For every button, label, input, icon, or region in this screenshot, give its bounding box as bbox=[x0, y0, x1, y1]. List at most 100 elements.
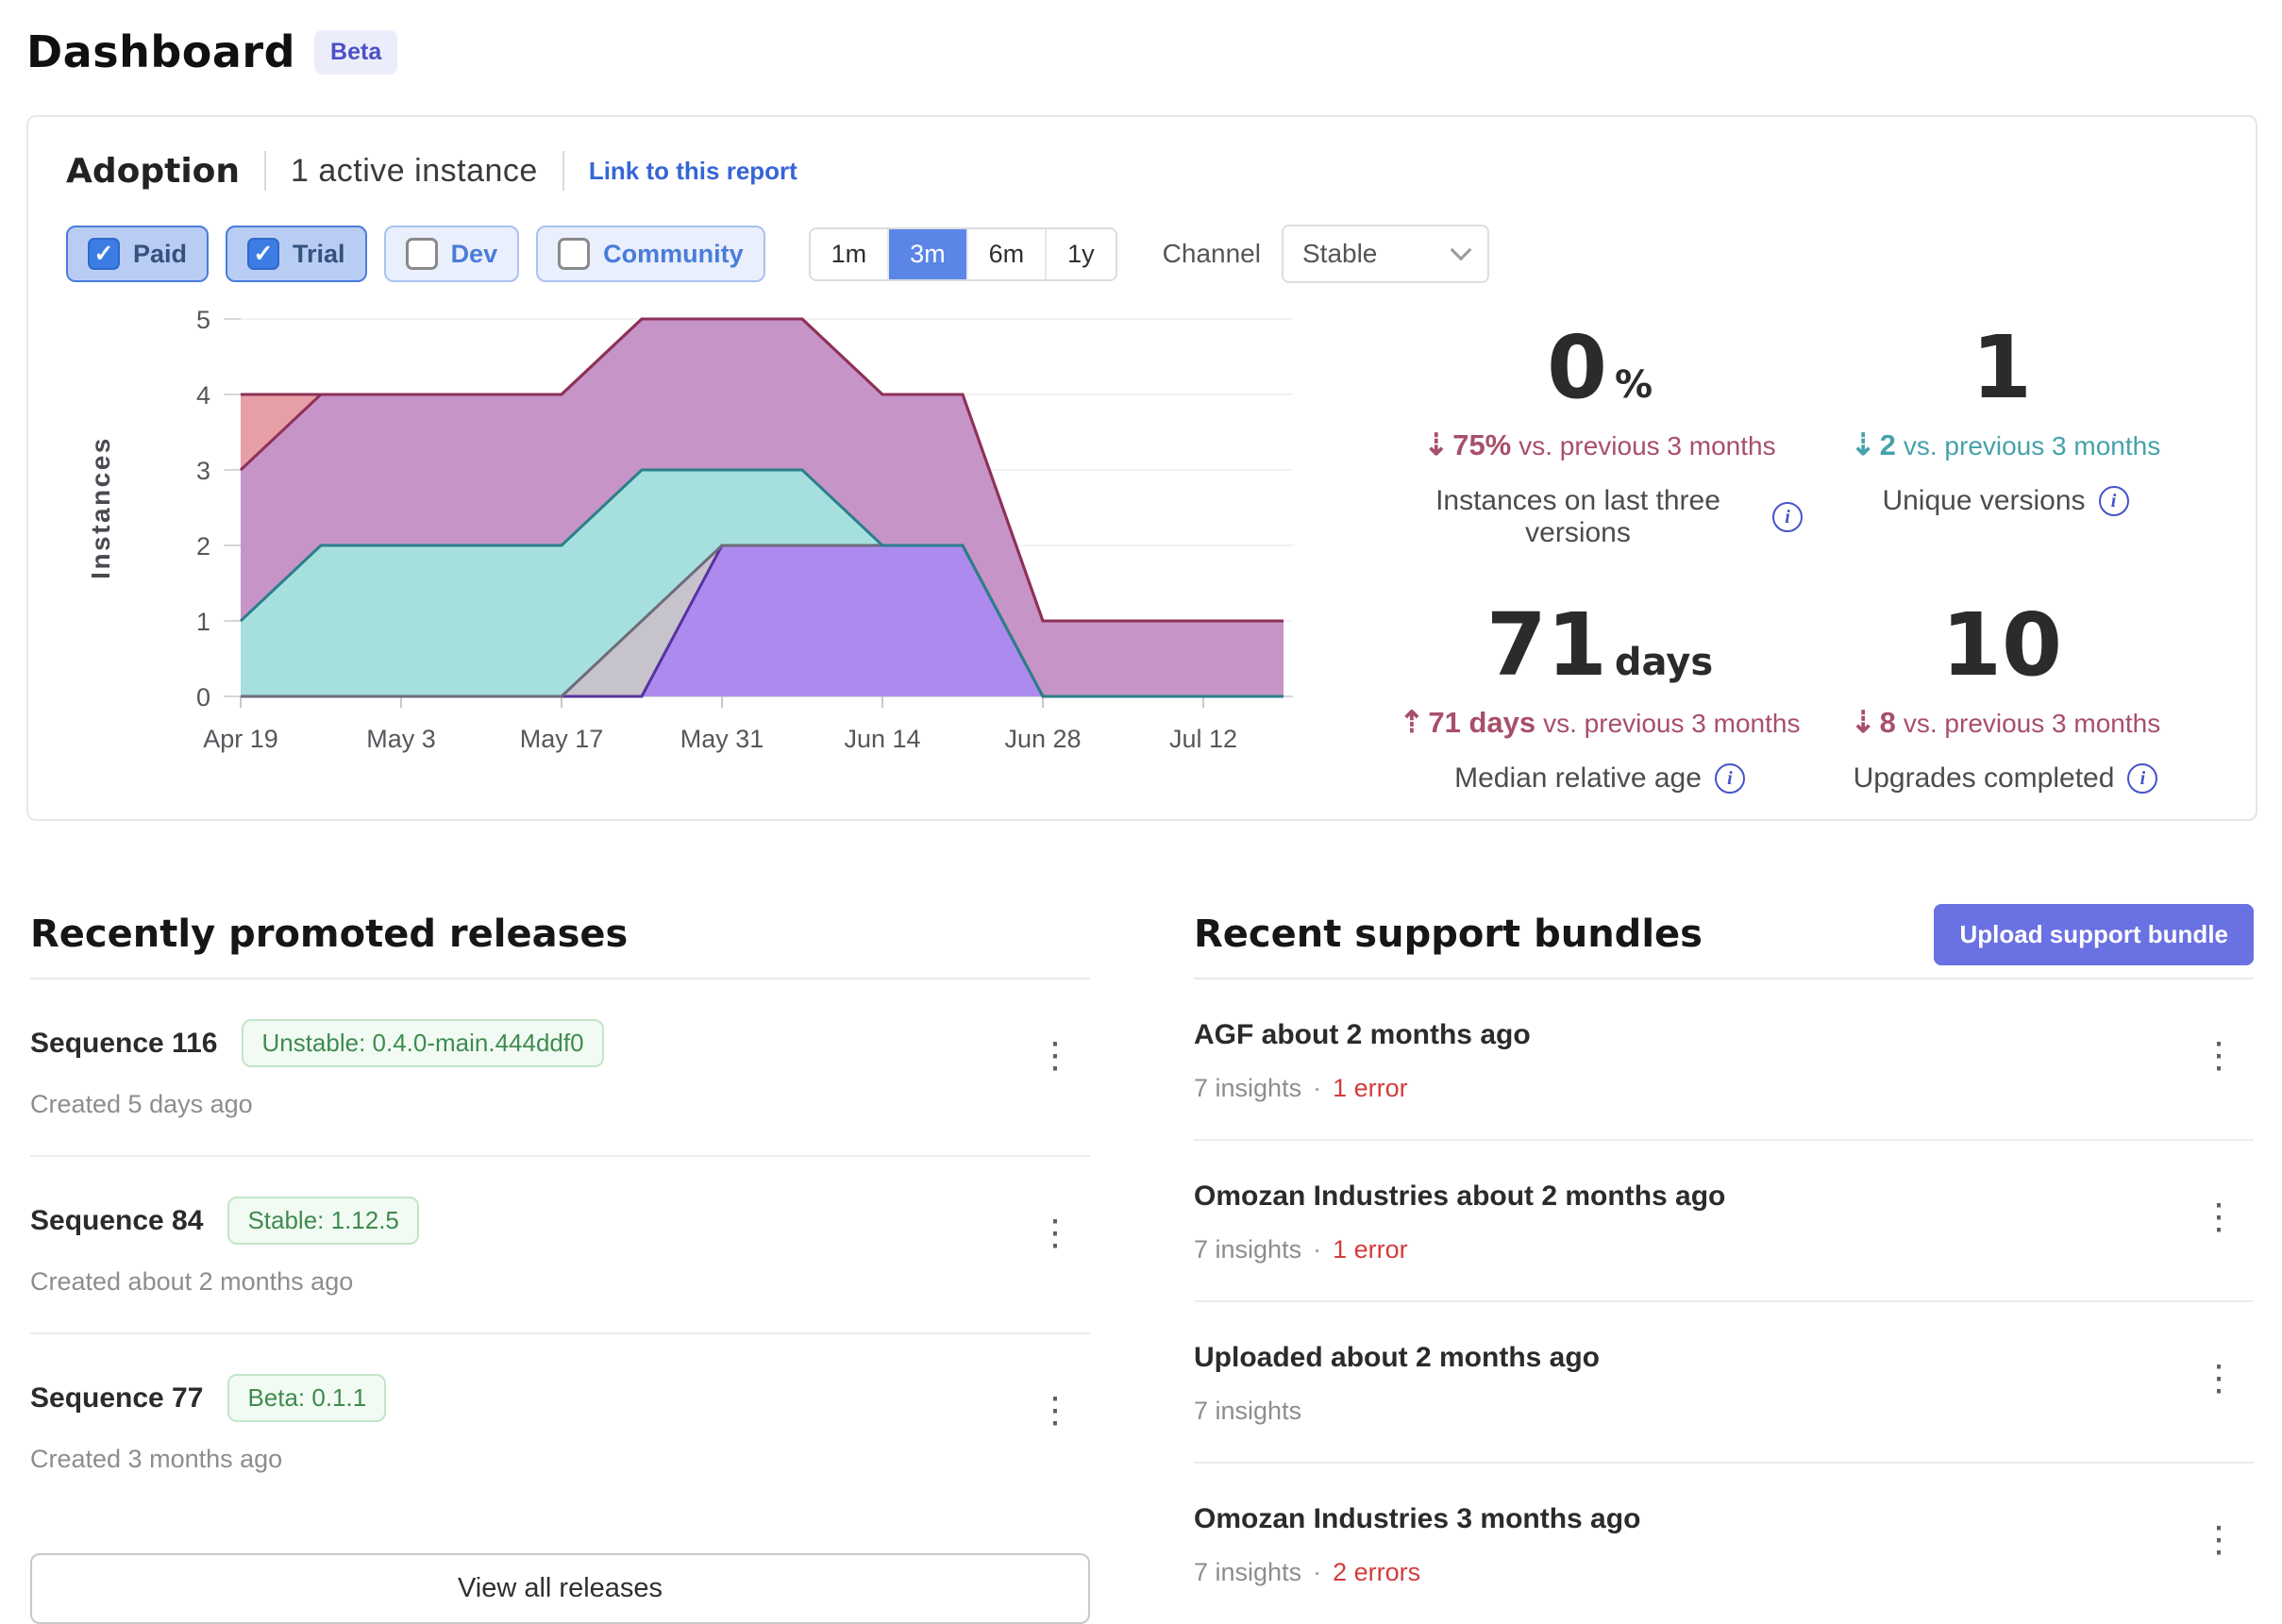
bundle-error-count: 1 error bbox=[1333, 1074, 1408, 1102]
checkbox-unchecked-icon bbox=[406, 238, 438, 270]
adoption-stats: 0 % ⇣75%vs. previous 3 months Instances … bbox=[1350, 300, 2218, 795]
arrow-up-icon: ⇡ bbox=[1400, 705, 1425, 739]
release-created: Created 5 days ago bbox=[30, 1090, 604, 1119]
support-bundles-section: Recent support bundles Upload support bu… bbox=[1194, 891, 2254, 1624]
info-icon[interactable]: i bbox=[1772, 502, 1803, 532]
arrow-down-icon: ⇣ bbox=[1423, 427, 1449, 461]
separator-dot: · bbox=[1313, 1235, 1321, 1264]
support-bundle-row[interactable]: Omozan Industries 3 months ago 7 insight… bbox=[1194, 1464, 2254, 1623]
bundle-insights: 7 insights bbox=[1194, 1397, 1301, 1425]
stat-label: Unique versions bbox=[1882, 485, 2085, 517]
stat-value: 1 bbox=[1972, 325, 2032, 411]
stat-delta: ⇣8vs. previous 3 months bbox=[1803, 704, 2208, 740]
page-header: Dashboard Beta bbox=[26, 26, 2257, 77]
info-icon[interactable]: i bbox=[2127, 763, 2157, 794]
filter-trial-button[interactable]: ✓ Trial bbox=[226, 226, 367, 282]
support-bundle-row[interactable]: Omozan Industries about 2 months ago 7 i… bbox=[1194, 1141, 2254, 1302]
bundle-insights: 7 insights bbox=[1194, 1235, 1301, 1264]
bundle-insights: 7 insights bbox=[1194, 1558, 1301, 1586]
kebab-menu-icon[interactable]: ⋮ bbox=[2190, 1025, 2248, 1087]
view-all-releases-button[interactable]: View all releases bbox=[30, 1553, 1090, 1624]
stat-value: 71 bbox=[1486, 602, 1607, 689]
range-1m[interactable]: 1m bbox=[811, 229, 888, 279]
bundle-insights: 7 insights bbox=[1194, 1074, 1301, 1102]
release-version-badge: Stable: 1.12.5 bbox=[227, 1197, 418, 1245]
checkbox-unchecked-icon bbox=[558, 238, 590, 270]
channel-label: Channel bbox=[1163, 239, 1261, 269]
chevron-down-icon bbox=[1451, 240, 1472, 261]
range-1y[interactable]: 1y bbox=[1045, 229, 1116, 279]
filter-dev-button[interactable]: Dev bbox=[384, 226, 520, 282]
svg-text:May 31: May 31 bbox=[680, 725, 764, 753]
stat-label: Instances on last three versions bbox=[1397, 485, 1759, 549]
filter-community-button[interactable]: Community bbox=[536, 226, 765, 282]
filter-label: Paid bbox=[133, 240, 187, 269]
channel-select[interactable]: Stable bbox=[1282, 225, 1489, 283]
arrow-down-icon: ⇣ bbox=[1851, 705, 1876, 739]
range-3m[interactable]: 3m bbox=[887, 229, 966, 279]
support-bundles-heading: Recent support bundles bbox=[1194, 912, 1703, 956]
upload-support-bundle-button[interactable]: Upload support bundle bbox=[1934, 904, 2254, 965]
range-6m[interactable]: 6m bbox=[966, 229, 1046, 279]
stat-instances-last-three-versions: 0 % ⇣75%vs. previous 3 months Instances … bbox=[1397, 325, 1803, 549]
svg-text:1: 1 bbox=[196, 608, 210, 636]
svg-text:Jul 12: Jul 12 bbox=[1169, 725, 1237, 753]
svg-text:0: 0 bbox=[196, 683, 210, 712]
bundle-error-count: 2 errors bbox=[1333, 1558, 1420, 1586]
bundle-error-count: 1 error bbox=[1333, 1235, 1408, 1264]
release-row[interactable]: Sequence 116 Unstable: 0.4.0-main.444ddf… bbox=[30, 979, 1090, 1157]
stat-delta: ⇡71 daysvs. previous 3 months bbox=[1397, 704, 1803, 740]
stat-unit: days bbox=[1615, 644, 1713, 681]
separator-dot: · bbox=[1313, 1558, 1321, 1586]
svg-text:May 3: May 3 bbox=[366, 725, 436, 753]
stat-unit: % bbox=[1615, 366, 1653, 404]
svg-text:2: 2 bbox=[196, 532, 210, 561]
adoption-area-chart: 012345Apr 19May 3May 17May 31Jun 14Jun 2… bbox=[66, 300, 1350, 791]
checkbox-checked-icon: ✓ bbox=[247, 238, 279, 270]
kebab-menu-icon[interactable]: ⋮ bbox=[2190, 1348, 2248, 1410]
svg-text:Instances: Instances bbox=[86, 436, 115, 579]
checkbox-checked-icon: ✓ bbox=[88, 238, 120, 270]
stat-upgrades-completed: 10 ⇣8vs. previous 3 months Upgrades comp… bbox=[1803, 602, 2208, 795]
svg-text:3: 3 bbox=[196, 457, 210, 485]
divider-pipe bbox=[562, 151, 564, 191]
bundle-title: Omozan Industries 3 months ago bbox=[1194, 1503, 1640, 1535]
svg-text:May 17: May 17 bbox=[520, 725, 604, 753]
support-bundle-row[interactable]: AGF about 2 months ago 7 insights·1 erro… bbox=[1194, 979, 2254, 1141]
release-version-badge: Beta: 0.1.1 bbox=[227, 1374, 386, 1422]
release-created: Created about 2 months ago bbox=[30, 1267, 419, 1297]
link-to-report[interactable]: Link to this report bbox=[589, 157, 797, 186]
kebab-menu-icon[interactable]: ⋮ bbox=[1026, 1025, 1084, 1087]
support-bundle-row[interactable]: Uploaded about 2 months ago 7 insights ⋮ bbox=[1194, 1302, 2254, 1464]
release-version-badge: Unstable: 0.4.0-main.444ddf0 bbox=[242, 1019, 603, 1067]
active-instance-count: 1 active instance bbox=[291, 153, 538, 190]
bottom-sections: Recently promoted releases Sequence 116 … bbox=[26, 891, 2257, 1624]
kebab-menu-icon[interactable]: ⋮ bbox=[2190, 1186, 2248, 1248]
kebab-menu-icon[interactable]: ⋮ bbox=[2190, 1509, 2248, 1571]
separator-dot: · bbox=[1313, 1074, 1321, 1102]
adoption-title: Adoption bbox=[66, 152, 240, 191]
stat-delta: ⇣2vs. previous 3 months bbox=[1803, 427, 2208, 462]
releases-section: Recently promoted releases Sequence 116 … bbox=[30, 891, 1090, 1624]
kebab-menu-icon[interactable]: ⋮ bbox=[1026, 1380, 1084, 1442]
beta-badge: Beta bbox=[314, 30, 397, 75]
release-created: Created 3 months ago bbox=[30, 1445, 386, 1474]
kebab-menu-icon[interactable]: ⋮ bbox=[1026, 1202, 1084, 1264]
filter-label: Community bbox=[603, 240, 744, 269]
adoption-card: Adoption 1 active instance Link to this … bbox=[26, 115, 2257, 821]
filter-paid-button[interactable]: ✓ Paid bbox=[66, 226, 209, 282]
svg-text:Apr 19: Apr 19 bbox=[203, 725, 278, 753]
arrow-down-icon: ⇣ bbox=[1851, 427, 1876, 461]
release-row[interactable]: Sequence 77 Beta: 0.1.1 Created 3 months… bbox=[30, 1334, 1090, 1510]
bundle-title: Uploaded about 2 months ago bbox=[1194, 1342, 1600, 1374]
release-title: Sequence 84 bbox=[30, 1205, 203, 1237]
release-row[interactable]: Sequence 84 Stable: 1.12.5 Created about… bbox=[30, 1157, 1090, 1334]
info-icon[interactable]: i bbox=[1715, 763, 1745, 794]
release-title: Sequence 77 bbox=[30, 1382, 203, 1415]
svg-text:4: 4 bbox=[196, 381, 210, 410]
info-icon[interactable]: i bbox=[2099, 486, 2129, 516]
adoption-card-header: Adoption 1 active instance Link to this … bbox=[66, 151, 2218, 191]
stat-value: 10 bbox=[1941, 602, 2062, 689]
time-range-selector: 1m 3m 6m 1y bbox=[809, 227, 1117, 281]
filter-label: Dev bbox=[451, 240, 498, 269]
